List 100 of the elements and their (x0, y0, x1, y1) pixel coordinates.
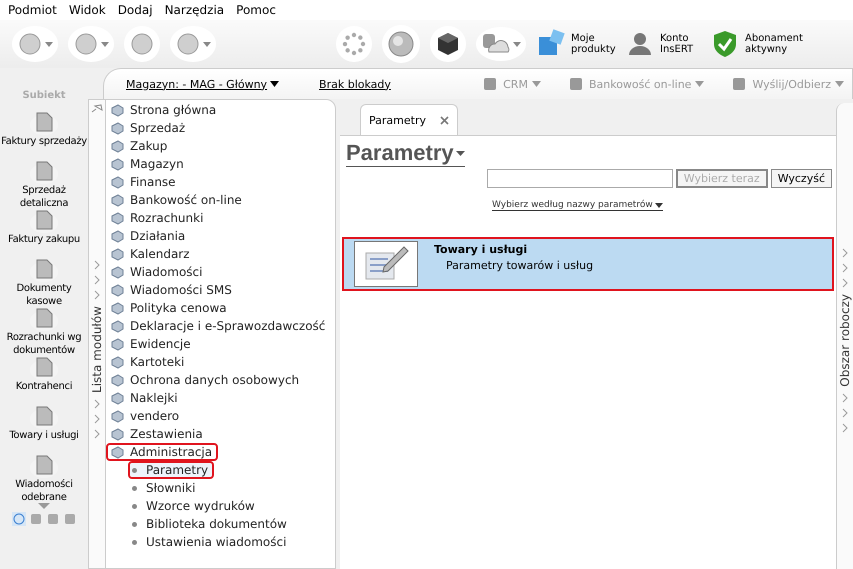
spinner-icon[interactable] (336, 26, 372, 62)
module-item[interactable]: Kartoteki (106, 353, 190, 371)
module-icon[interactable] (62, 512, 76, 526)
shortcut-button[interactable]: Dokumenty kasowe (1, 256, 87, 305)
close-icon[interactable] (440, 116, 449, 124)
shortcut-button[interactable]: Wiadomości odebrane (1, 452, 87, 501)
module-item[interactable]: Zestawienia (106, 425, 209, 443)
bullet-icon (132, 522, 137, 526)
panel-title: Lista modułów (90, 306, 104, 393)
toolbar-button[interactable] (124, 26, 160, 62)
chevron-icon[interactable] (94, 398, 100, 409)
module-item[interactable]: Deklaracje i e-Sprawozdawczość (106, 317, 332, 335)
caret-icon (45, 42, 53, 46)
menu-item[interactable]: Narzędzia (158, 3, 230, 17)
module-item[interactable]: Bankowość on-line (106, 191, 248, 209)
module-icon (110, 445, 125, 459)
chevron-icon[interactable] (842, 422, 848, 433)
shortcut-button[interactable]: Faktury sprzedaży (1, 109, 87, 158)
module-item[interactable]: Sprzedaż (106, 119, 192, 137)
module-icon (110, 193, 125, 207)
module-icon (110, 409, 125, 423)
toolbar-button[interactable] (12, 26, 58, 62)
module-icon (110, 157, 125, 171)
submodule-item[interactable]: Słowniki (128, 479, 202, 497)
menu-item[interactable]: Pomoc (230, 3, 282, 17)
submodule-item[interactable]: Wzorce wydruków (128, 497, 261, 515)
app-logo: Subiekt (22, 89, 66, 103)
module-item[interactable]: Strona główna (106, 101, 222, 119)
module-item[interactable]: Finanse (106, 173, 182, 191)
submodule-item[interactable]: Ustawienia wiadomości (128, 533, 292, 551)
module-item[interactable]: Wiadomości (106, 263, 208, 281)
toolbar-button[interactable]: Abonament aktywny (710, 29, 845, 59)
result-title: Towary i usługi (434, 243, 528, 256)
module-item[interactable]: Rozrachunki (106, 209, 210, 227)
cube-icon[interactable] (430, 26, 466, 62)
menu-item[interactable]: Podmiot (2, 3, 63, 17)
page-heading[interactable]: Parametry (346, 140, 465, 167)
module-icon (110, 247, 125, 261)
module-item[interactable]: Magazyn (106, 155, 190, 173)
filter-dropdown[interactable]: Wybierz według nazwy parametrów (492, 200, 663, 211)
bullet-icon (132, 486, 137, 490)
menu-item[interactable]: Widok (62, 3, 112, 17)
module-icon[interactable] (46, 512, 60, 526)
module-icon (110, 319, 125, 333)
module-item[interactable]: Administracja (106, 443, 218, 461)
toolbar-button[interactable]: Konto InsERT (625, 29, 700, 59)
expand-icon[interactable] (38, 503, 50, 509)
toolbar-button[interactable]: Moje produkty (536, 29, 615, 59)
caret-icon (532, 81, 541, 87)
pin-icon[interactable] (91, 104, 103, 114)
lock-link[interactable]: Brak blokady (319, 78, 391, 90)
module-item[interactable]: Działania (106, 227, 192, 245)
module-item[interactable]: Ochrona danych osobowych (106, 371, 306, 389)
module-item[interactable]: vendero (106, 407, 186, 425)
module-icon (110, 427, 125, 441)
caret-icon (456, 150, 465, 156)
caret-icon (513, 42, 521, 46)
bullet-icon (132, 540, 137, 544)
document-pencil-icon (354, 241, 418, 287)
module-icon (110, 139, 125, 153)
module-item[interactable]: Kalendarz (106, 245, 196, 263)
module-icon (110, 391, 125, 405)
shortcut-button[interactable]: Sprzedaż detaliczna (1, 158, 87, 207)
module-item[interactable]: Wiadomości SMS (106, 281, 238, 299)
shortcut-button[interactable]: Towary i usługi (1, 403, 87, 452)
circle-icon[interactable] (12, 512, 26, 526)
module-icon (110, 373, 125, 387)
chevron-icon[interactable] (94, 428, 100, 439)
warehouse-dropdown[interactable]: Magazyn: - MAG - Główny (126, 78, 280, 90)
toolbar-button[interactable] (68, 26, 114, 62)
module-icon (110, 337, 125, 351)
caret-icon (835, 81, 844, 87)
toolbar-button[interactable] (170, 26, 216, 62)
globe-icon[interactable] (382, 25, 420, 63)
circle-icon (73, 31, 99, 57)
caret-icon (695, 81, 704, 87)
menu-item[interactable]: Dodaj (112, 3, 159, 17)
caret-icon (270, 81, 280, 87)
shortcut-button[interactable]: Kontrahenci (1, 354, 87, 403)
chevron-icon[interactable] (842, 392, 848, 403)
toolbar-button[interactable] (476, 27, 526, 61)
tab[interactable]: Parametry (360, 104, 458, 135)
module-item[interactable]: Polityka cenowa (106, 299, 233, 317)
bullet-icon (132, 468, 137, 472)
module-item[interactable]: Zakup (106, 137, 174, 155)
module-icon (110, 265, 125, 279)
module-item[interactable]: Ewidencje (106, 335, 197, 353)
search-field[interactable] (486, 169, 673, 188)
result-item[interactable]: Towary i usługi Parametry towarów i usług (342, 237, 834, 291)
module-icon[interactable] (28, 512, 42, 526)
chevron-icon[interactable] (842, 408, 848, 418)
result-description: Parametry towarów i usług (445, 259, 594, 272)
shortcut-button[interactable]: Faktury zakupu (1, 207, 87, 256)
bullet-icon (132, 504, 137, 508)
submodule-item[interactable]: Parametry (128, 461, 214, 479)
module-item[interactable]: Naklejki (106, 389, 184, 407)
search-button[interactable]: Wyczyść (770, 169, 832, 188)
chevron-icon[interactable] (94, 414, 100, 424)
shortcut-button[interactable]: Rozrachunki wg dokumentów (1, 305, 87, 354)
submodule-item[interactable]: Biblioteka dokumentów (128, 515, 293, 533)
